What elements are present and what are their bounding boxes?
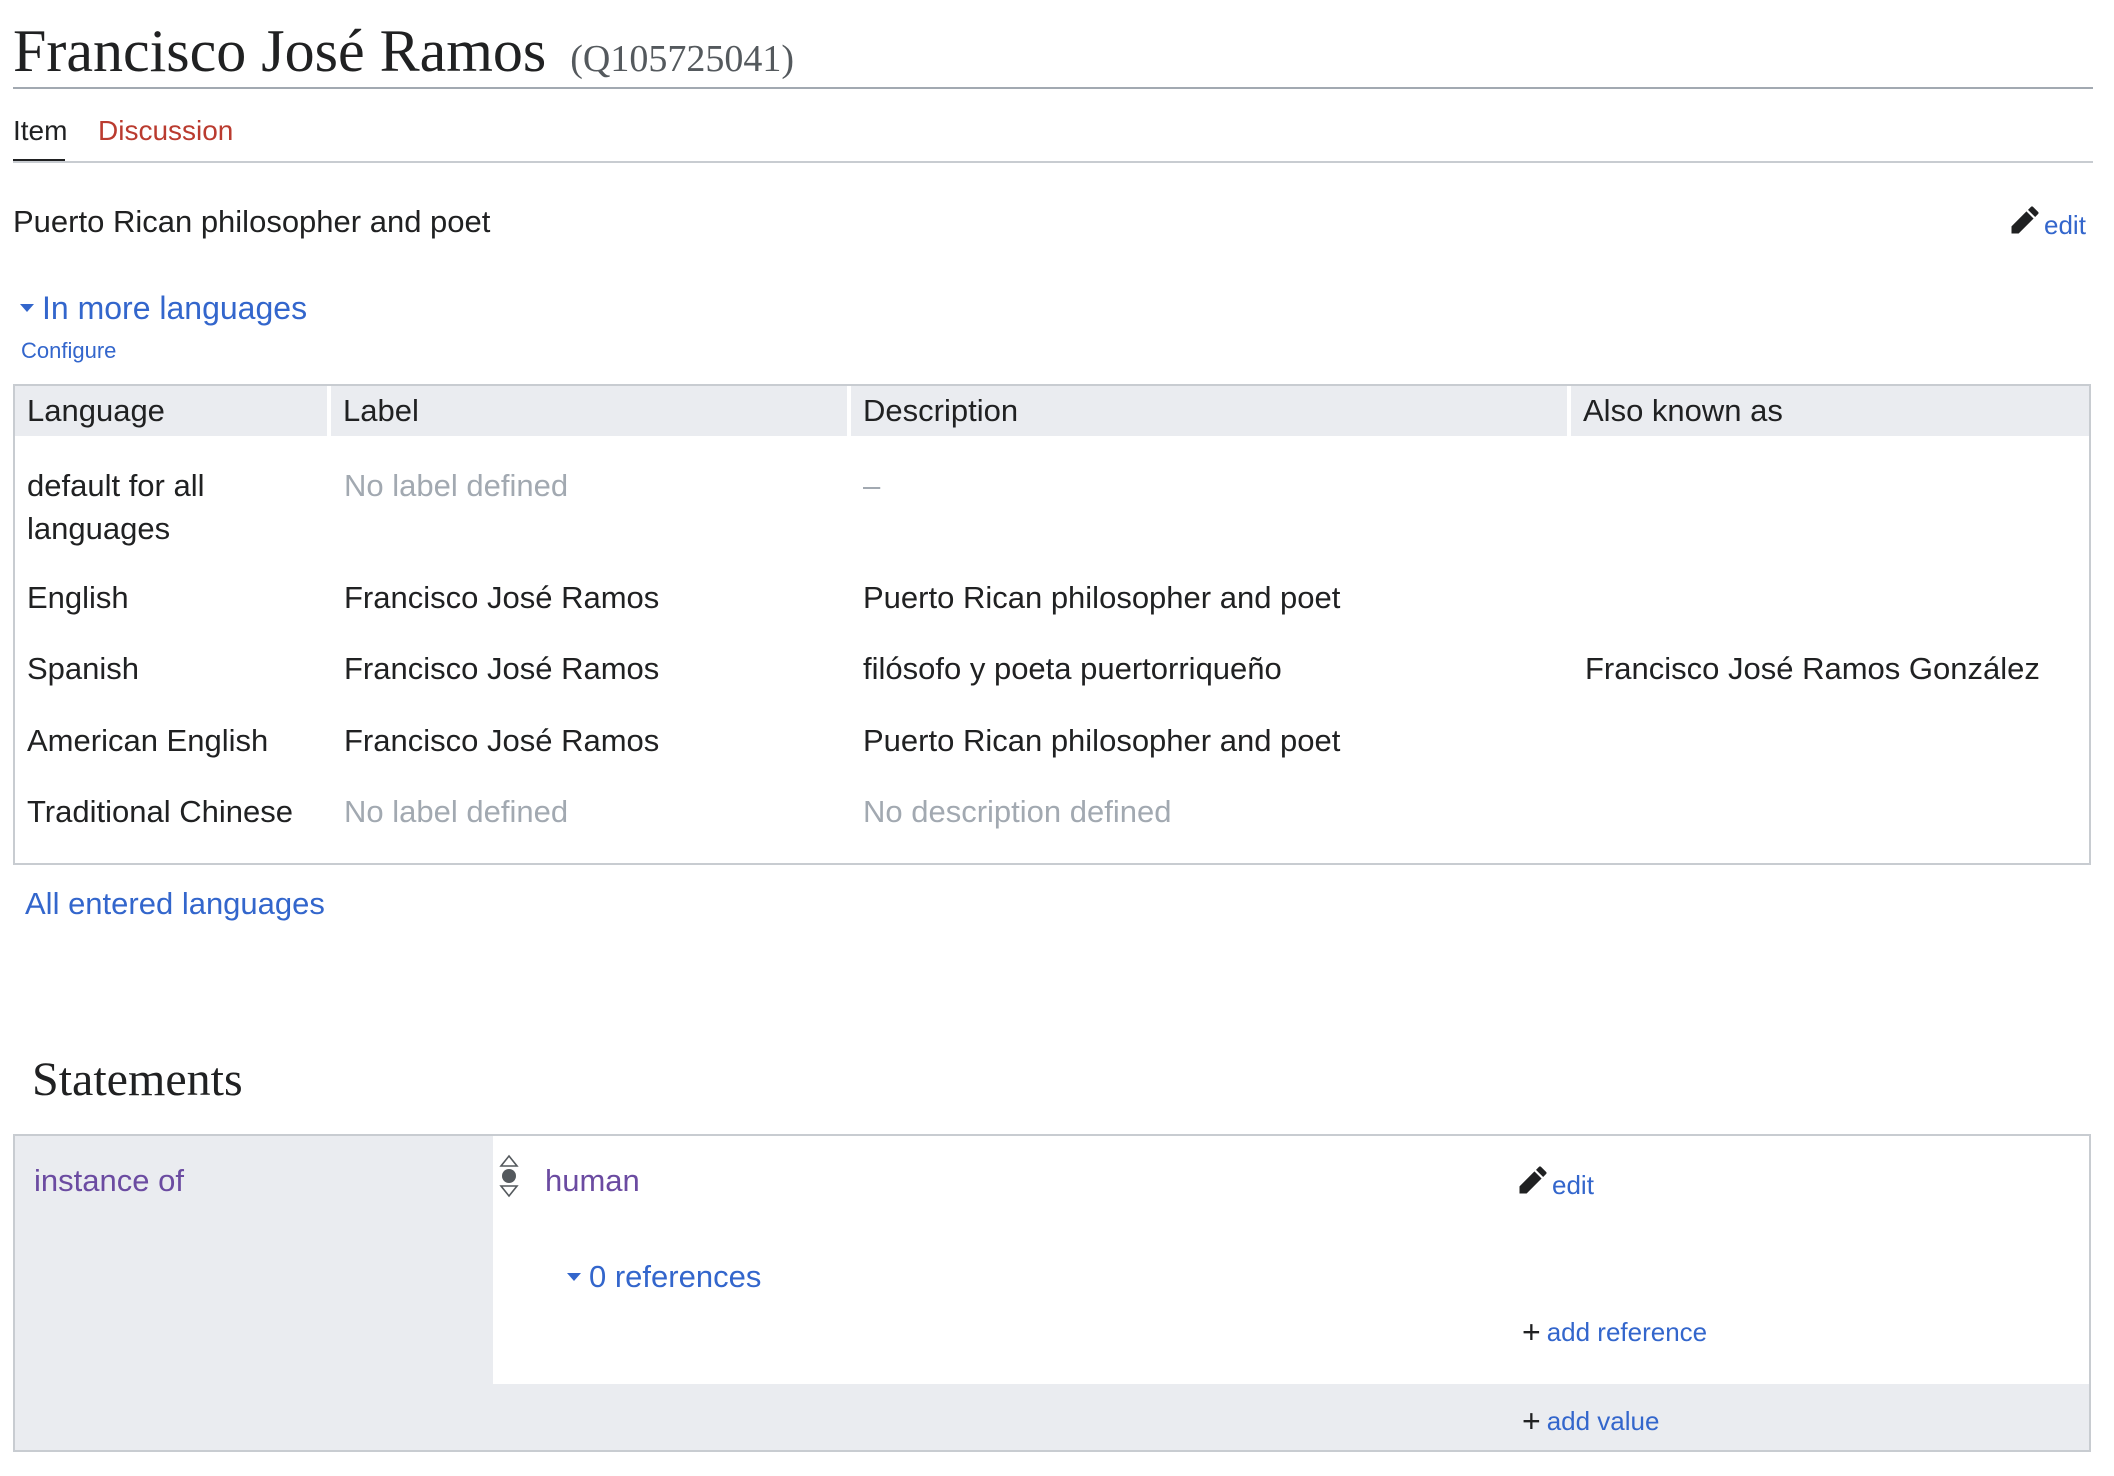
add-reference-label: add reference [1546, 1317, 1708, 1347]
configure-link[interactable]: Configure [21, 336, 116, 366]
table-row-language: Spanish [27, 651, 140, 686]
tab-item[interactable]: Item [13, 111, 67, 151]
add-reference-button[interactable]: + add reference [1522, 1314, 1707, 1350]
item-description: Puerto Rican philosopher and poet [13, 204, 491, 239]
edit-termbox-button[interactable]: edit [2010, 205, 2086, 244]
edit-label: edit [2044, 209, 2086, 240]
triangle-down-icon [20, 304, 34, 312]
table-row-language: default for all languages [27, 468, 205, 546]
statements-heading: Statements [32, 1053, 243, 1106]
statement-value-link[interactable]: human [545, 1160, 640, 1202]
triangle-down-icon [567, 1273, 581, 1281]
tab-discussion[interactable]: Discussion [98, 111, 233, 151]
table-row-label[interactable]: Francisco José Ramos [344, 647, 659, 690]
column-header-aliases: Also known as [1583, 393, 1783, 428]
item-id: (Q105725041) [570, 38, 795, 80]
plus-icon: + [1522, 1314, 1541, 1350]
references-toggle[interactable]: 0 references [567, 1256, 761, 1298]
pencil-icon [1518, 1165, 1548, 1204]
table-row-label[interactable]: No label defined [344, 464, 568, 507]
plus-icon: + [1522, 1403, 1541, 1439]
table-row-description[interactable]: Puerto Rican philosopher and poet [863, 576, 1340, 619]
table-row-language: English [27, 580, 129, 615]
column-header-language: Language [27, 393, 165, 428]
table-row-description[interactable]: – [863, 464, 880, 507]
table-row-description[interactable]: filósofo y poeta puertorriqueño [863, 647, 1282, 690]
table-row-description[interactable]: Puerto Rican philosopher and poet [863, 719, 1340, 762]
column-header-label: Label [343, 393, 419, 428]
title-divider [13, 87, 2093, 89]
in-more-languages-label: In more languages [42, 290, 308, 326]
table-row-label[interactable]: Francisco José Ramos [344, 576, 659, 619]
table-row-aliases[interactable]: Francisco José Ramos González [1585, 647, 2040, 690]
tab-divider [13, 161, 2093, 163]
table-row-label[interactable]: No label defined [344, 790, 568, 833]
add-value-button[interactable]: + add value [1522, 1403, 1659, 1439]
add-value-label: add value [1546, 1406, 1660, 1436]
table-row-description[interactable]: No description defined [863, 790, 1171, 833]
in-more-languages-toggle[interactable]: In more languages [20, 287, 307, 329]
edit-statement-button[interactable]: edit [1518, 1165, 1594, 1204]
references-count: 0 references [589, 1259, 762, 1294]
column-header-description: Description [863, 393, 1019, 428]
all-entered-languages-link[interactable]: All entered languages [25, 884, 325, 924]
table-row-language: American English [27, 723, 269, 758]
item-label: Francisco José Ramos [13, 18, 547, 84]
property-link-instance-of[interactable]: instance of [34, 1160, 184, 1202]
table-row-language: Traditional Chinese [27, 794, 293, 829]
page-title: Francisco José Ramos (Q105725041) [13, 16, 794, 94]
rank-selector-icon[interactable] [498, 1154, 520, 1198]
edit-label: edit [1552, 1169, 1594, 1200]
table-row-label[interactable]: Francisco José Ramos [344, 719, 659, 762]
pencil-icon [2010, 205, 2040, 244]
